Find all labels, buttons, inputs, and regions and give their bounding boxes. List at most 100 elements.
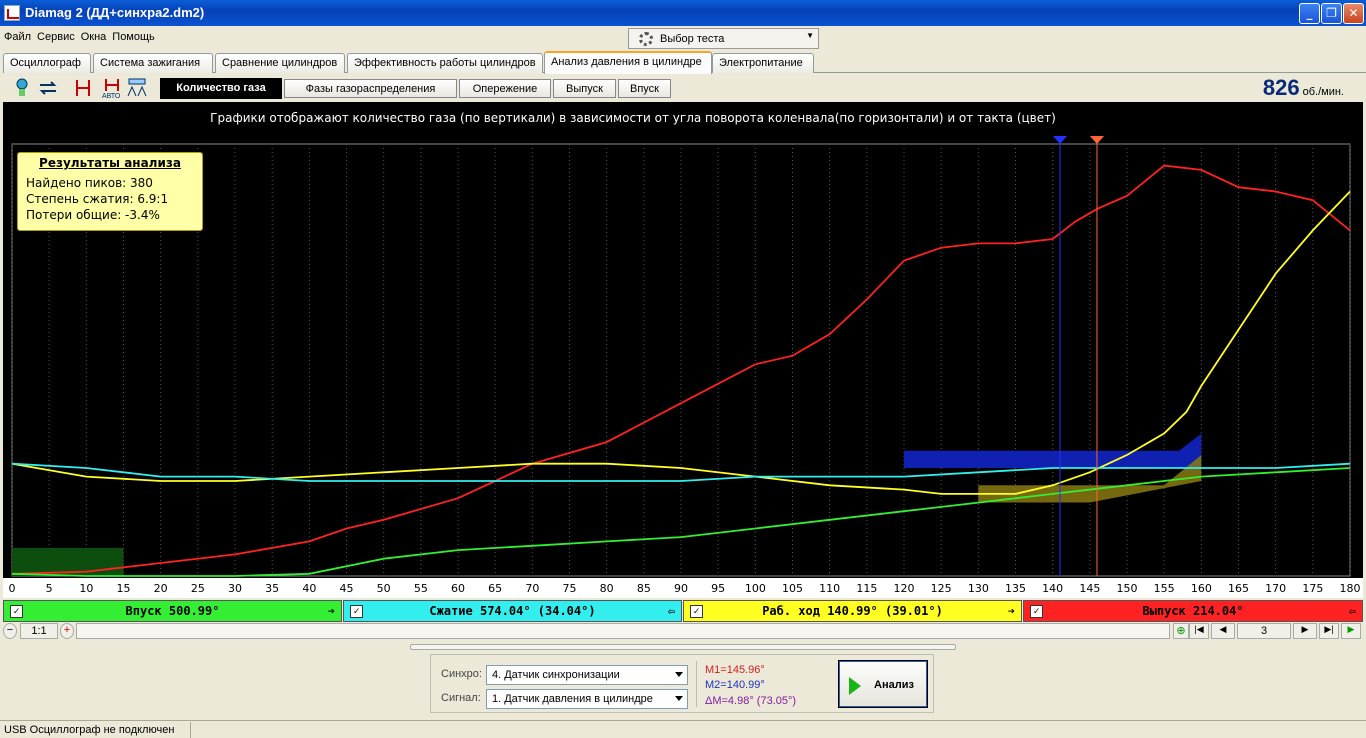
- marker-m2: M2=140.99°: [705, 679, 765, 691]
- tab-cylinder-compare[interactable]: Сравнение цилиндров: [215, 53, 345, 73]
- svg-text:АВТО: АВТО: [102, 93, 121, 99]
- tab-pressure-analysis[interactable]: Анализ давления в цилиндре: [544, 51, 712, 74]
- horizontal-scrollbar[interactable]: [76, 623, 1170, 639]
- sync-icon[interactable]: [37, 77, 59, 99]
- auto-markers-icon[interactable]: АВТО: [101, 77, 123, 100]
- add-icon[interactable]: ⊕: [1173, 623, 1189, 639]
- x-tick-label: 85: [637, 582, 651, 595]
- signal-value: 1. Датчик давления в цилиндре: [492, 693, 653, 705]
- x-tick-label: 30: [228, 582, 242, 595]
- subtab-advance[interactable]: Опережение: [459, 79, 551, 98]
- x-tick-label: 140: [1042, 582, 1063, 595]
- chart-area[interactable]: Графики отображают количество газа (по в…: [3, 102, 1363, 598]
- stroke-power[interactable]: ✓ Раб. ход 140.99° (39.01°) ➔: [683, 600, 1022, 622]
- stroke-compression[interactable]: ✓ Сжатие 574.04° (34.04°) ⇦: [343, 600, 682, 622]
- next-page-icon[interactable]: ▶: [1293, 623, 1317, 639]
- arrow-left-icon[interactable]: ⇦: [668, 604, 675, 618]
- analyze-button[interactable]: Анализ: [838, 660, 928, 708]
- x-tick-label: 5: [46, 582, 53, 595]
- zoom-out-icon[interactable]: −: [3, 623, 17, 639]
- play-icon: [849, 677, 861, 695]
- last-page-icon[interactable]: ▶|: [1319, 623, 1339, 639]
- x-tick-label: 70: [525, 582, 539, 595]
- divider: [696, 661, 697, 707]
- window-title: Diamag 2 (ДД+синхра2.dm2): [25, 5, 205, 20]
- x-tick-label: 160: [1191, 582, 1212, 595]
- results-peaks: Найдено пиков: 380: [26, 176, 153, 190]
- stroke-intake[interactable]: ✓ Впуск 500.99° ➔: [3, 600, 342, 622]
- menu-help[interactable]: Помощь: [108, 28, 157, 43]
- checkbox[interactable]: ✓: [1030, 605, 1043, 618]
- checkbox[interactable]: ✓: [350, 605, 363, 618]
- menu-file[interactable]: Файл: [0, 28, 33, 43]
- page-number[interactable]: 3: [1237, 623, 1291, 639]
- minimize-button[interactable]: _: [1299, 3, 1320, 24]
- arrow-right-icon[interactable]: ➔: [1008, 604, 1015, 618]
- arrow-right-icon[interactable]: ➔: [328, 604, 335, 618]
- close-button[interactable]: ✕: [1343, 3, 1364, 24]
- zoom-bar: − 1:1 + ⊕ |◀ ◀ 3 ▶ ▶| ▶: [0, 622, 1366, 640]
- first-page-icon[interactable]: |◀: [1189, 623, 1209, 639]
- stroke-intake-label: Впуск 500.99°: [125, 604, 220, 618]
- chevron-down-icon: [675, 672, 683, 677]
- rpm-unit: об./мин.: [1302, 86, 1344, 98]
- subtab-valve-timing[interactable]: Фазы газораспределения: [284, 79, 457, 98]
- x-tick-label: 120: [894, 582, 915, 595]
- title-bar: Diamag 2 (ДД+синхра2.dm2) _ ❐ ✕: [0, 0, 1366, 26]
- tab-cylinder-efficiency[interactable]: Эффективность работы цилиндров: [347, 53, 543, 73]
- signal-select[interactable]: 1. Датчик давления в цилиндре: [486, 689, 688, 709]
- test-select-label: Выбор теста: [660, 33, 725, 45]
- cursor-markers-icon[interactable]: [72, 77, 94, 99]
- x-tick-label: 15: [117, 582, 131, 595]
- x-tick-label: 135: [1005, 582, 1026, 595]
- chart-title: Графики отображают количество газа (по в…: [210, 111, 1056, 125]
- x-tick-label: 35: [265, 582, 279, 595]
- stroke-compression-label: Сжатие 574.04° (34.04°): [429, 604, 596, 618]
- subtab-gas-amount[interactable]: Количество газа: [160, 78, 282, 99]
- play-icon[interactable]: ▶: [1341, 623, 1361, 639]
- x-tick-label: 45: [340, 582, 354, 595]
- maximize-button[interactable]: ❐: [1321, 3, 1342, 24]
- x-tick-label: 10: [79, 582, 93, 595]
- x-tick-label: 25: [191, 582, 205, 595]
- x-tick-label: 105: [782, 582, 803, 595]
- marker-m2-handle: [1053, 136, 1068, 144]
- tab-ignition[interactable]: Система зажигания: [93, 53, 213, 73]
- panel-splitter[interactable]: [410, 644, 956, 650]
- zoom-in-icon[interactable]: +: [60, 623, 74, 639]
- x-tick-label: 95: [711, 582, 725, 595]
- x-tick-label: 110: [819, 582, 840, 595]
- x-tick-label: 65: [488, 582, 502, 595]
- tab-oscilloscope[interactable]: Осциллограф: [3, 53, 91, 73]
- stroke-bar: ✓ Впуск 500.99° ➔ ✓ Сжатие 574.04° (34.0…: [3, 599, 1363, 623]
- x-tick-label: 150: [1117, 582, 1138, 595]
- subtab-intake[interactable]: Впуск: [618, 79, 671, 98]
- results-panel: Результаты анализа Найдено пиков: 380 Ст…: [17, 152, 203, 231]
- stroke-exhaust[interactable]: ✓ Выпуск 214.04° ⇦: [1023, 600, 1363, 622]
- menu-windows[interactable]: Окна: [77, 28, 109, 43]
- arrow-left-icon[interactable]: ⇦: [1349, 604, 1356, 618]
- main-tabs: Осциллограф Система зажигания Сравнение …: [3, 51, 1366, 74]
- pressure-sensor-icon[interactable]: [11, 77, 33, 99]
- tab-power-supply[interactable]: Электропитание: [712, 53, 814, 73]
- status-text: USB Осциллограф не подключен: [4, 724, 175, 736]
- checkbox[interactable]: ✓: [690, 605, 703, 618]
- x-tick-label: 55: [414, 582, 428, 595]
- analyze-label: Анализ: [874, 679, 914, 691]
- prev-page-icon[interactable]: ◀: [1211, 623, 1235, 639]
- checkbox[interactable]: ✓: [10, 605, 23, 618]
- x-tick-label: 20: [154, 582, 168, 595]
- menu-service[interactable]: Сервис: [33, 28, 77, 43]
- x-tick-label: 155: [1154, 582, 1175, 595]
- x-tick-label: 180: [1340, 582, 1361, 595]
- signal-label: Сигнал:: [441, 692, 481, 704]
- sync-select[interactable]: 4. Датчик синхронизации: [486, 665, 688, 685]
- chevron-down-icon: [675, 696, 683, 701]
- x-tick-label: 170: [1265, 582, 1286, 595]
- sync-label: Синхро:: [441, 668, 482, 680]
- test-select-dropdown[interactable]: Выбор теста ▼: [628, 28, 819, 49]
- scale-icon[interactable]: [126, 77, 148, 99]
- rpm-display: 826 об./мин.: [1263, 75, 1344, 101]
- subtab-exhaust[interactable]: Выпуск: [553, 79, 616, 98]
- gas-amount-chart[interactable]: Графики отображают количество газа (по в…: [3, 102, 1363, 598]
